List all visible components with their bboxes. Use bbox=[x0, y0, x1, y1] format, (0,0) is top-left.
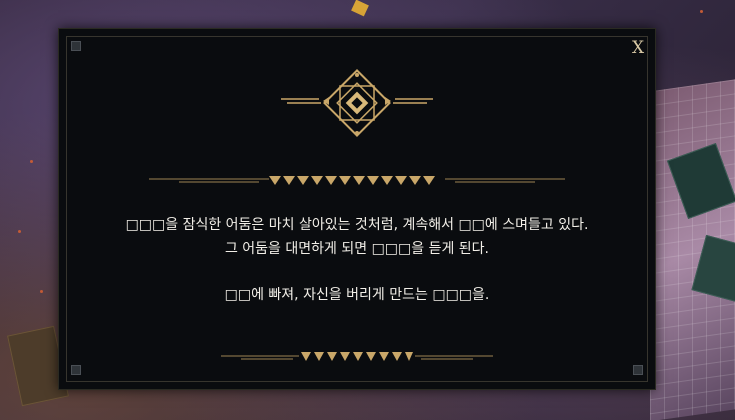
lore-dialog: X □□□을 잠식한 어둠은 마치 살아있는 것처럼, 계속해서 □□에 스며들… bbox=[58, 28, 656, 390]
ornamental-divider bbox=[149, 176, 565, 185]
lore-text-line: □□에 빠져, 자신을 버리게 만드는 □□□을. bbox=[224, 287, 490, 303]
diamond-crest-icon bbox=[281, 69, 433, 137]
close-button[interactable]: X bbox=[627, 37, 649, 59]
dialog-corner-ornament bbox=[633, 365, 643, 375]
lore-text-line: 그 어둠을 대면하게 되면 □□□을 듣게 된다. bbox=[224, 241, 490, 257]
lore-text-line: □□□을 잠식한 어둠은 마치 살아있는 것처럼, 계속해서 □□에 스며들고 … bbox=[125, 217, 589, 233]
background-ember bbox=[18, 230, 21, 233]
close-icon: X bbox=[631, 38, 645, 58]
dialog-corner-ornament bbox=[71, 365, 81, 375]
background-ember bbox=[700, 10, 703, 13]
background-ember bbox=[30, 160, 33, 163]
background-gold-chip bbox=[351, 0, 369, 17]
ornamental-divider bbox=[221, 352, 493, 361]
dialog-corner-ornament bbox=[71, 41, 81, 51]
background-ember bbox=[40, 290, 43, 293]
